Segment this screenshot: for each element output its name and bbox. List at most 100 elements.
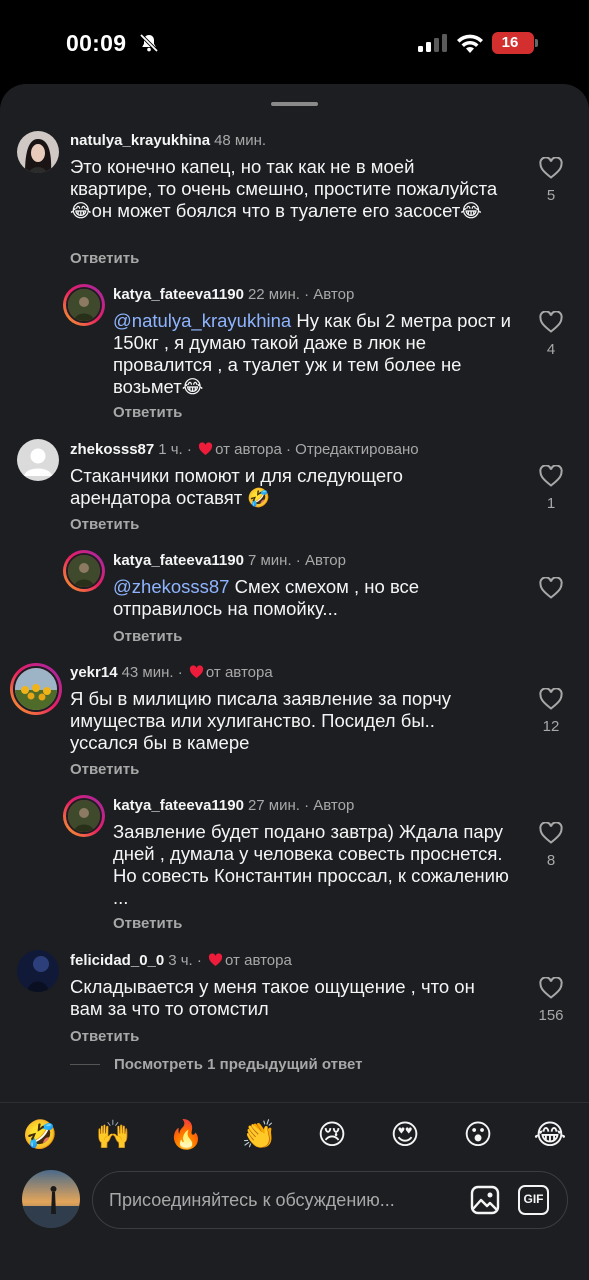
comment-username[interactable]: zhekosss87 — [70, 441, 154, 458]
comment-username[interactable]: katya_fateeva1190 — [113, 286, 244, 303]
comment-input-container: GIF — [92, 1171, 568, 1229]
liked-by-author: от автора — [205, 664, 273, 681]
sunflowers-icon — [15, 668, 57, 710]
reply-button[interactable]: Ответить — [113, 404, 182, 421]
comment-time: 1 ч. · — [158, 441, 192, 458]
author-tag: · Автор — [304, 797, 355, 814]
avatar[interactable] — [63, 795, 105, 837]
comment-meta: natulya_krayukhina 48 мин. — [70, 132, 266, 149]
emoji-rofl-button[interactable]: 🤣 — [20, 1117, 60, 1153]
battery-level: 16 — [501, 34, 519, 51]
reply-button[interactable]: Ответить — [70, 761, 139, 778]
like-button[interactable]: 156 — [529, 977, 573, 1025]
my-avatar — [22, 1170, 80, 1228]
comment-username[interactable]: felicidad_0_0 — [70, 952, 164, 969]
sheet-drag-handle[interactable] — [271, 102, 318, 106]
comment-text: Я бы в милицию писала заявление за порчу… — [70, 688, 500, 754]
comment-username[interactable]: katya_fateeva1190 — [113, 797, 244, 814]
liked-by-author: от автора — [215, 441, 282, 458]
like-count: 156 — [538, 1007, 564, 1024]
avatar[interactable] — [17, 439, 59, 481]
heart-filled-icon — [208, 953, 223, 966]
night-figure-icon — [17, 950, 59, 992]
comment-text: Стаканчики помоют и для следующего аренд… — [70, 465, 500, 509]
wifi-icon — [457, 34, 483, 53]
comment-username[interactable]: yekr14 — [70, 664, 118, 681]
comment-time: 7 мин. — [247, 552, 292, 569]
comment-meta: katya_fateeva1190 22 мин. · Автор — [113, 286, 354, 303]
image-picker-icon[interactable] — [470, 1185, 500, 1215]
comment-text: @zhekosss87 Смех смехом , но все отправи… — [113, 576, 523, 620]
comment-body: Стаканчики помоют и для следующего аренд… — [70, 465, 403, 508]
avatar[interactable] — [10, 663, 62, 715]
default-user-icon — [17, 439, 59, 481]
like-count: 4 — [546, 341, 556, 358]
comment-body: Заявление будет подано завтра) Ждала пар… — [113, 821, 509, 908]
sunset-beach-icon — [22, 1170, 80, 1228]
reply-button[interactable]: Ответить — [70, 250, 139, 267]
heart-outline-icon — [539, 465, 563, 487]
comment-time: 22 мин. — [247, 286, 300, 303]
reply-button[interactable]: Ответить — [113, 628, 182, 645]
emoji-fire-button[interactable]: 🔥 — [166, 1117, 206, 1153]
comment-username[interactable]: natulya_krayukhina — [70, 132, 210, 149]
emoji-heart-eyes-button[interactable]: 😍 — [385, 1117, 425, 1153]
emoji-clap-button[interactable]: 👏 — [239, 1117, 279, 1153]
cellular-signal-icon — [418, 34, 447, 52]
like-button[interactable]: 5 — [531, 157, 571, 205]
like-button[interactable] — [531, 577, 571, 625]
comment-input[interactable] — [109, 1172, 469, 1228]
woman-portrait-icon — [17, 131, 59, 173]
comment-meta: katya_fateeva1190 7 мин. · Автор — [113, 552, 346, 569]
comment-time: 27 мин. — [247, 797, 300, 814]
battery-icon: 16 — [492, 32, 538, 54]
reply-button[interactable]: Ответить — [113, 915, 182, 932]
comment-meta: yekr14 43 мин. · от автора — [70, 664, 273, 681]
like-count: 12 — [542, 718, 560, 735]
bell-off-icon — [139, 33, 159, 53]
emoji-tears-of-joy-button[interactable]: 😂 — [530, 1117, 570, 1153]
like-count: 8 — [546, 852, 556, 869]
gif-picker-icon[interactable]: GIF — [518, 1185, 549, 1215]
comment-text: @natulya_krayukhina Ну как бы 2 метра ро… — [113, 310, 523, 398]
emoji-cry-button[interactable]: 😢 — [312, 1117, 352, 1153]
author-tag: · Автор — [304, 286, 355, 303]
comment-body: Складывается у меня такое ощущение , что… — [70, 976, 475, 1019]
author-tag: · Автор — [295, 552, 346, 569]
like-button[interactable]: 4 — [531, 311, 571, 359]
avatar[interactable] — [17, 950, 59, 992]
like-count: 5 — [546, 187, 556, 204]
like-count: 1 — [546, 495, 556, 512]
heart-outline-icon — [539, 311, 563, 333]
status-bar: 00:09 16 — [0, 0, 589, 88]
comment-meta: katya_fateeva1190 27 мин. · Автор — [113, 797, 354, 814]
comments-sheet[interactable]: natulya_krayukhina 48 мин. Это конечно ка… — [0, 84, 589, 1280]
avatar[interactable] — [63, 284, 105, 326]
mention-link[interactable]: @natulya_krayukhina — [113, 310, 291, 331]
comment-time: 43 мин. · — [121, 664, 183, 681]
person-greenery-icon — [68, 289, 100, 321]
reply-button[interactable]: Ответить — [70, 516, 139, 533]
avatar[interactable] — [17, 131, 59, 173]
comment-text: Заявление будет подано завтра) Ждала пар… — [113, 821, 523, 909]
comment-composer: GIF — [0, 1168, 589, 1280]
heart-filled-icon — [189, 665, 204, 678]
emoji-raised-hands-button[interactable]: 🙌 — [93, 1117, 133, 1153]
person-greenery-icon — [68, 800, 100, 832]
like-button[interactable]: 12 — [531, 688, 571, 736]
comment-username[interactable]: katya_fateeva1190 — [113, 552, 244, 569]
heart-outline-icon — [539, 688, 563, 710]
like-button[interactable]: 1 — [531, 465, 571, 513]
status-time: 00:09 — [66, 30, 127, 56]
mention-link[interactable]: @zhekosss87 — [113, 576, 229, 597]
emoji-surprised-button[interactable]: 😮 — [458, 1117, 498, 1153]
reply-button[interactable]: Ответить — [70, 1028, 139, 1045]
view-previous-replies-button[interactable]: Посмотреть 1 предыдущий ответ — [70, 1056, 363, 1073]
like-button[interactable]: 8 — [531, 822, 571, 870]
comment-time: 3 ч. · — [168, 952, 202, 969]
comment-text: Складывается у меня такое ощущение , что… — [70, 976, 510, 1020]
avatar[interactable] — [63, 550, 105, 592]
comment-meta: zhekosss87 1 ч. · от автора · Отредактиро… — [70, 441, 419, 458]
emoji-quick-bar: 🤣 🙌 🔥 👏 😢 😍 😮 😂 — [0, 1102, 589, 1168]
comment-text: Это конечно капец, но так как не в моей … — [70, 156, 500, 222]
